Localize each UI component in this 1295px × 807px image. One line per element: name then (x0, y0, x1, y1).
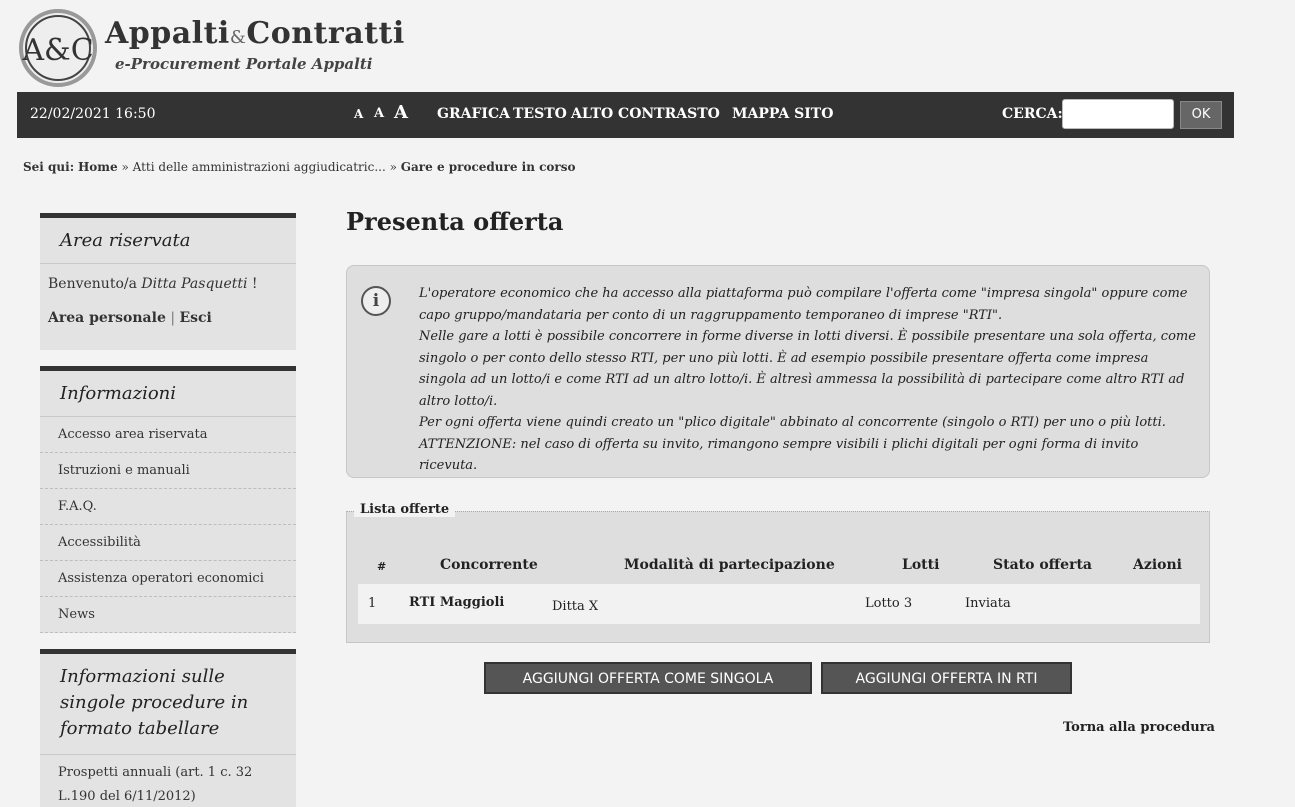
area-riservata-title: Area riservata (40, 218, 296, 264)
breadcrumb-home[interactable]: Home (78, 160, 118, 174)
area-riservata-box: Area riservata Benvenuto/a Ditta Pasquet… (40, 213, 296, 350)
area-personale-link[interactable]: Area personale (48, 310, 166, 326)
sidebar-item-faq[interactable]: F.A.Q. (40, 489, 296, 525)
add-single-offer-button[interactable]: AGGIUNGI OFFERTA COME SINGOLA (484, 662, 812, 694)
sidebar-item-news[interactable]: News (40, 597, 296, 633)
col-header-azioni: Azioni (1133, 557, 1182, 573)
info-line: ATTENZIONE: nel caso di offerta su invit… (419, 436, 1139, 474)
site-title[interactable]: Appalti&Contratti (105, 16, 405, 51)
info-line: L'operatore economico che ha accesso all… (419, 286, 1188, 323)
table-row: 1 RTI Maggioli Ditta X Lotto 3 Inviata (358, 584, 1200, 624)
page-title: Presenta offerta (346, 207, 564, 236)
current-datetime: 22/02/2021 16:50 (30, 106, 156, 122)
search-ok-button[interactable]: OK (1180, 101, 1222, 129)
welcome-suffix: ! (251, 276, 258, 292)
cell-stato: Inviata (965, 596, 1011, 611)
tabellare-title: Informazioni sulle singole procedure in … (40, 654, 296, 755)
breadcrumb-separator: » (389, 160, 397, 174)
info-line: Nelle gare a lotti è possibile concorrer… (419, 329, 1196, 409)
nav-testo[interactable]: TESTO (513, 106, 567, 122)
site-title-a: Appalti (105, 16, 230, 51)
account-links: Area personale | Esci (40, 310, 296, 326)
site-title-amp: & (229, 27, 247, 48)
col-header-concorrente: Concorrente (440, 557, 538, 573)
nav-mappa-sito[interactable]: MAPPA SITO (732, 106, 833, 122)
breadcrumb-prefix: Sei qui: (23, 160, 75, 174)
site-subtitle: e-Procurement Portale Appalti (115, 55, 373, 73)
logout-link[interactable]: Esci (179, 310, 211, 326)
informazioni-title: Informazioni (40, 371, 296, 417)
sidebar-item-prospetti-annuali[interactable]: Prospetti annuali (art. 1 c. 32 L.190 de… (40, 761, 280, 807)
site-logo[interactable]: A&C (18, 8, 98, 88)
site-title-b: Contratti (246, 16, 405, 51)
font-size-large-button[interactable]: A (394, 102, 408, 123)
add-rti-offer-button[interactable]: AGGIUNGI OFFERTA IN RTI (821, 662, 1072, 694)
sidebar-item-istruzioni-manuali[interactable]: Istruzioni e manuali (40, 453, 296, 489)
informazioni-box: Informazioni Accesso area riservata Istr… (40, 366, 296, 633)
breadcrumb: Sei qui: Home » Atti delle amministrazio… (23, 160, 576, 174)
font-size-medium-button[interactable]: A (374, 106, 384, 121)
font-size-small-button[interactable]: A (354, 107, 363, 121)
account-links-divider: | (170, 310, 176, 326)
col-header-num: # (377, 560, 387, 573)
tabellare-box: Informazioni sulle singole procedure in … (40, 649, 296, 807)
offers-list-title: Lista offerte (354, 502, 456, 517)
nav-alto-contrasto[interactable]: ALTO CONTRASTO (571, 106, 720, 122)
back-to-procedure-link[interactable]: Torna alla procedura (1063, 720, 1215, 735)
info-icon: i (361, 286, 391, 316)
cell-concorrente: RTI Maggioli (409, 595, 505, 610)
welcome-prefix: Benvenuto/a (48, 276, 137, 292)
breadcrumb-middle[interactable]: Atti delle amministrazioni aggiudicatric… (133, 160, 386, 174)
cell-num: 1 (368, 596, 377, 611)
sidebar-item-accesso-area-riservata[interactable]: Accesso area riservata (40, 417, 296, 453)
sidebar-item-accessibilita[interactable]: Accessibilità (40, 525, 296, 561)
welcome-text: Benvenuto/a Ditta Pasquetti ! (40, 276, 296, 292)
col-header-lotti: Lotti (902, 557, 940, 573)
nav-grafica[interactable]: GRAFICA (437, 106, 510, 122)
cell-lotti: Lotto 3 (865, 596, 913, 611)
info-box: i L'operatore economico che ha accesso a… (346, 265, 1210, 478)
info-line: Per ogni offerta viene quindi creato un … (419, 415, 1166, 430)
welcome-user: Ditta Pasquetti (141, 276, 248, 292)
cell-modalita: Ditta X (552, 599, 599, 614)
col-header-stato: Stato offerta (993, 557, 1092, 573)
sidebar-item-assistenza[interactable]: Assistenza operatori economici (40, 561, 296, 597)
col-header-modalita: Modalità di partecipazione (624, 557, 835, 573)
breadcrumb-separator: » (121, 160, 129, 174)
info-text: L'operatore economico che ha accesso all… (419, 283, 1199, 477)
breadcrumb-current: Gare e procedure in corso (400, 160, 576, 174)
search-input[interactable] (1062, 99, 1174, 129)
top-bar: 22/02/2021 16:50 A A A GRAFICA TESTO ALT… (17, 92, 1234, 138)
logo-text: A&C (21, 33, 93, 68)
search-label: CERCA: (1002, 106, 1063, 122)
